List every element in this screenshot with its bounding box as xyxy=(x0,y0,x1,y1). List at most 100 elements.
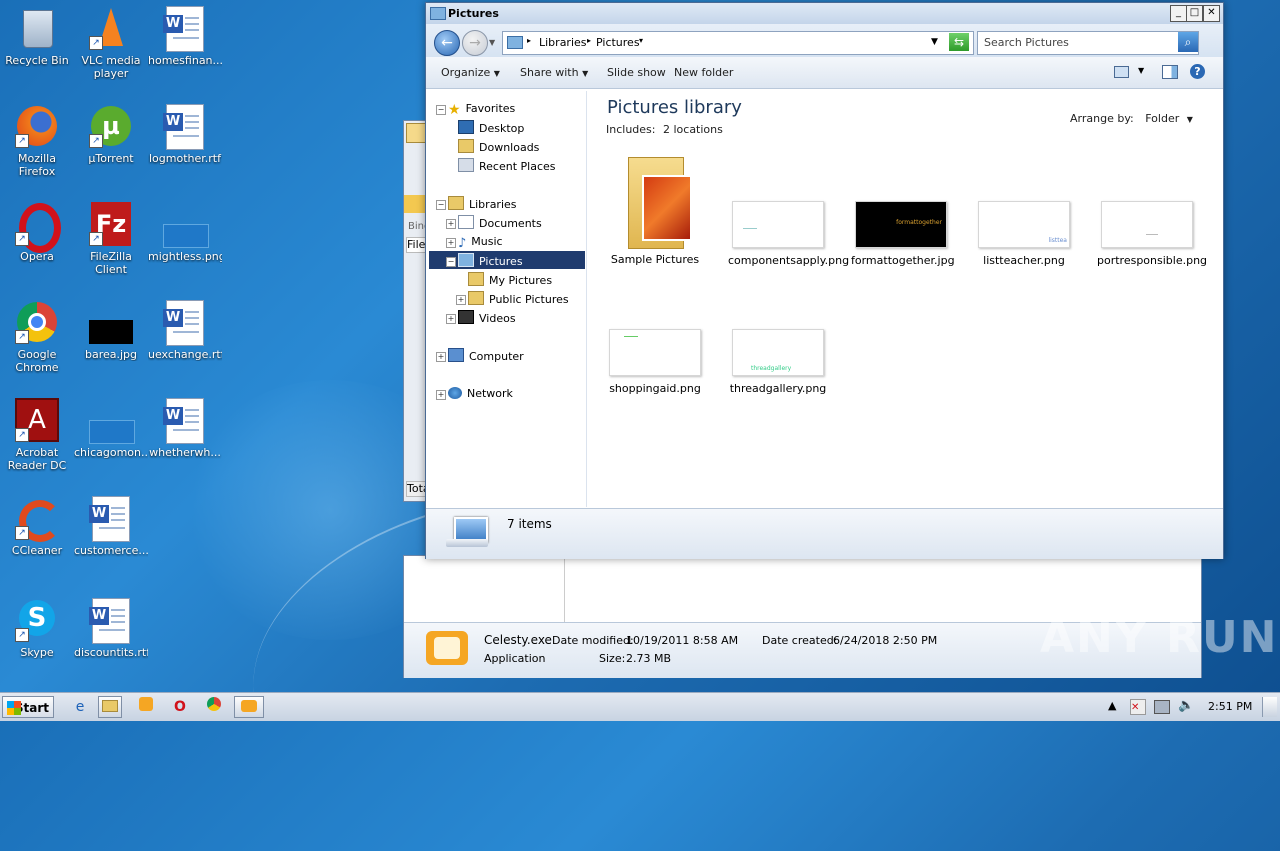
nav-recent-places[interactable]: Recent Places xyxy=(458,158,556,174)
new-folder-button[interactable]: New folder xyxy=(674,66,733,79)
nav-desktop[interactable]: Desktop xyxy=(458,120,524,136)
minimize-button[interactable]: _ xyxy=(1170,5,1187,22)
nav-network[interactable]: Network xyxy=(448,386,513,402)
file-item-formattogether[interactable]: formattogether formattogether.jpg xyxy=(851,201,955,267)
expand-computer-toggle[interactable]: + xyxy=(436,352,446,362)
desktop-icon-firefox[interactable]: ↗ Mozilla Firefox xyxy=(0,104,74,178)
help-icon[interactable]: ? xyxy=(1190,64,1205,79)
desktop-icon-filezilla[interactable]: Fz ↗ FileZilla Client xyxy=(74,202,148,276)
forward-button[interactable]: → xyxy=(462,30,488,56)
pictures-library-icon xyxy=(507,36,523,49)
desktop-icon-label: chicagomon... xyxy=(74,446,148,459)
close-button[interactable]: ✕ xyxy=(1203,5,1220,22)
nav-public-pictures[interactable]: Public Pictures xyxy=(468,291,569,307)
nav-computer[interactable]: Computer xyxy=(448,348,524,364)
nav-downloads[interactable]: Downloads xyxy=(458,139,539,155)
media-player-taskbar-icon[interactable] xyxy=(134,696,158,718)
file-item-shoppingaid[interactable]: shoppingaid.png xyxy=(605,329,705,395)
change-view-icon[interactable] xyxy=(1114,66,1129,78)
expand-documents-toggle[interactable]: + xyxy=(446,219,456,229)
address-history-dropdown[interactable]: ▼ xyxy=(931,37,938,47)
image-thumbnail: formattogether xyxy=(855,201,947,248)
desktop-icon-utorrent[interactable]: µ ↗ µTorrent xyxy=(74,104,148,165)
details-left-pane xyxy=(404,556,565,622)
explorer-taskbar-icon[interactable] xyxy=(98,696,122,718)
start-button[interactable]: Start xyxy=(2,696,54,718)
nav-my-pictures[interactable]: My Pictures xyxy=(468,272,552,288)
expand-network-toggle[interactable]: + xyxy=(436,390,446,400)
desktop-icon-chrome[interactable]: ↗ Google Chrome xyxy=(0,300,74,374)
file-item-threadgallery[interactable]: threadgallery threadgallery.png xyxy=(728,329,828,395)
breadcrumb-arrow[interactable]: ▸ xyxy=(587,36,591,45)
desktop-icon-chicagomon[interactable]: chicagomon... xyxy=(74,398,148,459)
desktop-icon-customerce[interactable]: W customerce... xyxy=(74,496,148,557)
breadcrumb-root-arrow[interactable]: ▸ xyxy=(527,36,531,45)
view-options-dropdown[interactable]: ▼ xyxy=(1138,66,1144,75)
file-item-componentsapply[interactable]: componentsapply.png xyxy=(728,201,849,267)
nav-documents[interactable]: Documents xyxy=(458,215,542,231)
nav-pictures[interactable]: Pictures xyxy=(458,253,523,269)
maximize-button[interactable]: □ xyxy=(1186,5,1203,22)
breadcrumb-pictures[interactable]: Pictures xyxy=(596,36,640,49)
desktop-icon-opera[interactable]: ↗ Opera xyxy=(0,202,74,263)
show-hidden-icons-button[interactable]: ▲ xyxy=(1108,699,1116,712)
organize-button[interactable]: Organize ▼ xyxy=(441,66,500,79)
volume-icon[interactable]: 🔈 xyxy=(1178,698,1194,713)
title-bar[interactable]: Pictures _ □ ✕ xyxy=(426,3,1223,24)
includes-locations-link[interactable]: 2 locations xyxy=(663,123,723,136)
show-desktop-button[interactable] xyxy=(1262,697,1277,717)
thumbnail-text: threadgallery xyxy=(751,365,792,372)
desktop-icon-logmother[interactable]: W logmother.rtf xyxy=(148,104,222,165)
refresh-button[interactable]: ⇆ xyxy=(949,33,969,51)
desktop-icon-label: barea.jpg xyxy=(84,348,138,361)
desktop-icon-ccleaner[interactable]: ↗ CCleaner xyxy=(0,496,74,557)
library-includes: Includes: 2 locations xyxy=(606,123,723,136)
desktop-icon-mightless[interactable]: mightless.png xyxy=(148,202,222,263)
preview-pane-icon[interactable] xyxy=(1162,65,1178,79)
file-item-listteacher[interactable]: listtea listteacher.png xyxy=(974,201,1074,267)
collapse-favorites-toggle[interactable]: − xyxy=(436,105,446,115)
recent-pages-dropdown[interactable]: ▼ xyxy=(489,38,495,47)
file-item-portresponsible[interactable]: portresponsible.png xyxy=(1097,201,1207,267)
breadcrumb-arrow[interactable]: ▾ xyxy=(639,36,643,45)
arrange-by-dropdown[interactable]: Folder ▼ xyxy=(1145,112,1193,125)
nav-videos[interactable]: Videos xyxy=(458,310,516,326)
file-item-sample-pictures[interactable]: Sample Pictures xyxy=(605,153,705,266)
desktop-icon-recycle-bin[interactable]: Recycle Bin xyxy=(0,6,74,67)
desktop-icon-whetherwh[interactable]: W whetherwh... xyxy=(148,398,222,459)
desktop-icon-skype[interactable]: S ↗ Skype xyxy=(0,598,74,659)
desktop-icon-homesfinan[interactable]: W homesfinan... xyxy=(148,6,222,67)
search-icon[interactable]: ⌕ xyxy=(1178,32,1198,52)
explorer-window[interactable]: Pictures _ □ ✕ ← → ▼ ▸ Libraries ▸ Pictu… xyxy=(425,2,1224,559)
share-with-button[interactable]: Share with ▼ xyxy=(520,66,588,79)
breadcrumb-libraries[interactable]: Libraries xyxy=(539,36,587,49)
desktop-icon-vlc[interactable]: ↗ VLC media player xyxy=(74,6,148,80)
taskbar-clock[interactable]: 2:51 PM xyxy=(1208,700,1252,713)
desktop-icon-acrobat[interactable]: A ↗ Acrobat Reader DC xyxy=(0,398,74,472)
search-input[interactable]: Search Pictures ⌕ xyxy=(977,31,1199,55)
nav-libraries[interactable]: Libraries xyxy=(448,196,517,212)
desktop-icon-label: Skype xyxy=(20,646,54,659)
slide-show-button[interactable]: Slide show xyxy=(607,66,666,79)
desktop-icon-discountits[interactable]: W discountits.rtf xyxy=(74,598,148,659)
back-button[interactable]: ← xyxy=(434,30,460,56)
nav-music[interactable]: ♪ Music xyxy=(458,234,503,251)
desktop-icon-barea[interactable]: barea.jpg xyxy=(74,300,148,361)
expand-music-toggle[interactable]: + xyxy=(446,238,456,248)
collapse-pictures-toggle[interactable]: − xyxy=(446,257,456,267)
nav-favorites[interactable]: ★ Favorites xyxy=(448,101,515,118)
expand-public-pictures-toggle[interactable]: + xyxy=(456,295,466,305)
expand-videos-toggle[interactable]: + xyxy=(446,314,456,324)
celesty-taskbar-icon[interactable] xyxy=(234,696,264,718)
network-tray-icon[interactable] xyxy=(1154,700,1170,714)
action-center-icon[interactable]: ✕ xyxy=(1130,699,1146,715)
ie-taskbar-icon[interactable]: e xyxy=(68,696,92,718)
details-size-label: Size: xyxy=(599,652,626,665)
window-title: Pictures xyxy=(448,7,499,20)
address-bar[interactable]: ▸ Libraries ▸ Pictures ▾ ▼ ⇆ xyxy=(502,31,974,55)
word-document-icon: W xyxy=(163,398,207,444)
desktop-icon-uexchange[interactable]: W uexchange.rtf xyxy=(148,300,222,361)
collapse-libraries-toggle[interactable]: − xyxy=(436,200,446,210)
chrome-taskbar-icon[interactable] xyxy=(202,696,226,718)
opera-taskbar-icon[interactable]: O xyxy=(168,696,192,718)
